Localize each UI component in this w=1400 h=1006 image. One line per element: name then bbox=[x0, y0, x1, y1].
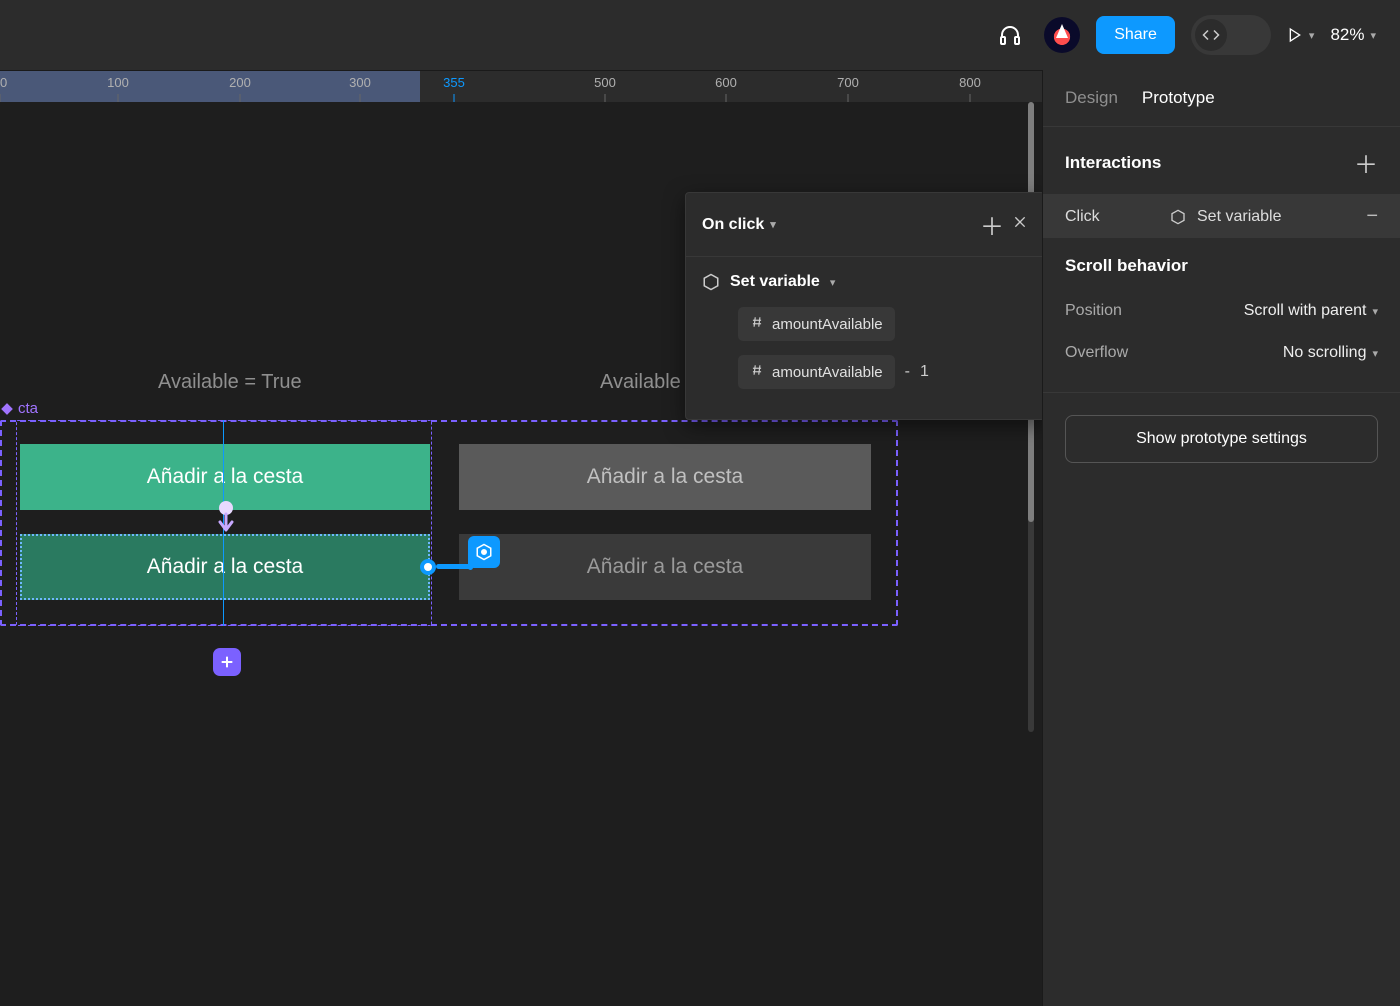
action-dropdown[interactable]: Set variable bbox=[730, 273, 820, 291]
chevron-down-icon: ▾ bbox=[1372, 305, 1378, 318]
ruler-tick-label: 600 bbox=[715, 75, 737, 90]
ruler-tick-mark bbox=[0, 94, 1, 102]
ruler-tick-mark bbox=[848, 94, 849, 102]
ruler-tick-mark bbox=[240, 94, 241, 102]
chevron-down-icon: ▾ bbox=[1370, 29, 1376, 42]
add-variant-button[interactable] bbox=[213, 648, 241, 676]
zoom-value: 82% bbox=[1330, 25, 1364, 45]
overflow-dropdown[interactable]: No scrolling ▾ bbox=[1283, 344, 1378, 362]
ruler-tick-label: 800 bbox=[959, 75, 981, 90]
close-icon[interactable] bbox=[1012, 213, 1028, 236]
variable-chip[interactable]: amountAvailable bbox=[738, 307, 895, 341]
expression-minus: - bbox=[905, 363, 910, 381]
share-button[interactable]: Share bbox=[1096, 16, 1175, 54]
variable-chip[interactable]: amountAvailable bbox=[738, 355, 895, 389]
top-bar: Share ▾ 82% ▾ bbox=[0, 0, 1400, 70]
show-prototype-settings-button[interactable]: Show prototype settings bbox=[1065, 415, 1378, 463]
position-dropdown[interactable]: Scroll with parent ▾ bbox=[1244, 302, 1378, 320]
add-icon[interactable]: ＋ bbox=[980, 207, 1004, 242]
popup-header: On click ▾ ＋ bbox=[686, 193, 1044, 257]
avatar[interactable] bbox=[1044, 17, 1080, 53]
tab-prototype[interactable]: Prototype bbox=[1142, 88, 1215, 108]
variable-hex-icon bbox=[702, 273, 720, 291]
prototype-action-chip[interactable] bbox=[468, 536, 500, 568]
zoom-dropdown[interactable]: 82% ▾ bbox=[1330, 25, 1376, 45]
tab-design[interactable]: Design bbox=[1065, 88, 1118, 108]
ruler-tick-label: 500 bbox=[594, 75, 616, 90]
interactions-title: Interactions bbox=[1065, 153, 1161, 173]
interaction-trigger: Click bbox=[1065, 208, 1155, 226]
headphones-icon[interactable] bbox=[992, 17, 1028, 53]
ruler-tick-label: 700 bbox=[837, 75, 859, 90]
prototype-handle[interactable] bbox=[420, 559, 436, 575]
variable-hex-icon bbox=[1169, 208, 1187, 226]
ruler-tick-mark bbox=[360, 94, 361, 102]
hash-icon bbox=[750, 315, 764, 333]
ruler-tick-label: 300 bbox=[349, 75, 371, 90]
ruler-tick-mark bbox=[605, 94, 606, 102]
position-label: Position bbox=[1065, 302, 1122, 320]
sidebar-tabs: Design Prototype bbox=[1043, 70, 1400, 127]
overflow-label: Overflow bbox=[1065, 344, 1128, 362]
ruler-tick-mark bbox=[970, 94, 971, 102]
add-interaction-button[interactable]: ＋ bbox=[1354, 145, 1378, 180]
ruler[interactable]: 20 100 200 300 355 500 600 700 800 bbox=[0, 70, 1042, 102]
ruler-tick-mark bbox=[726, 94, 727, 102]
cta-button-hover-selected[interactable]: Añadir a la cesta bbox=[20, 534, 430, 600]
cta-button-disabled[interactable]: Añadir a la cesta bbox=[459, 444, 871, 510]
chevron-down-icon: ▾ bbox=[1372, 347, 1378, 360]
interaction-row[interactable]: Click Set variable − bbox=[1043, 195, 1400, 238]
interaction-popup: On click ▾ ＋ Set variable ▾ amountAvaila… bbox=[685, 192, 1045, 420]
ruler-tick-label: 355 bbox=[443, 75, 465, 90]
arrow-marker-icon bbox=[216, 500, 236, 534]
right-sidebar: Design Prototype Interactions ＋ Click Se… bbox=[1042, 70, 1400, 1006]
interaction-action: Set variable bbox=[1197, 208, 1282, 226]
ruler-tick-label: 100 bbox=[107, 75, 129, 90]
prototype-connector bbox=[436, 564, 472, 569]
trigger-dropdown[interactable]: On click bbox=[702, 216, 764, 234]
cta-button-disabled-hover[interactable]: Añadir a la cesta bbox=[459, 534, 871, 600]
hash-icon bbox=[750, 363, 764, 381]
preview-button[interactable]: ▾ bbox=[1287, 27, 1315, 43]
chevron-down-icon: ▾ bbox=[1309, 29, 1315, 42]
scroll-behavior-title: Scroll behavior bbox=[1065, 256, 1188, 276]
remove-interaction-button[interactable]: − bbox=[1366, 205, 1378, 228]
frame-label[interactable]: cta bbox=[0, 400, 38, 417]
chevron-down-icon: ▾ bbox=[770, 218, 776, 231]
chevron-down-icon: ▾ bbox=[830, 276, 836, 289]
ruler-tick-mark bbox=[454, 94, 455, 102]
dev-mode-toggle[interactable] bbox=[1191, 15, 1271, 55]
variant-label: Available = True bbox=[158, 371, 302, 394]
ruler-tick-label: 200 bbox=[229, 75, 251, 90]
expression-value: 1 bbox=[920, 363, 929, 381]
ruler-tick-label: 20 bbox=[0, 75, 7, 90]
ruler-tick-mark bbox=[118, 94, 119, 102]
variant-label: Available bbox=[600, 371, 681, 394]
